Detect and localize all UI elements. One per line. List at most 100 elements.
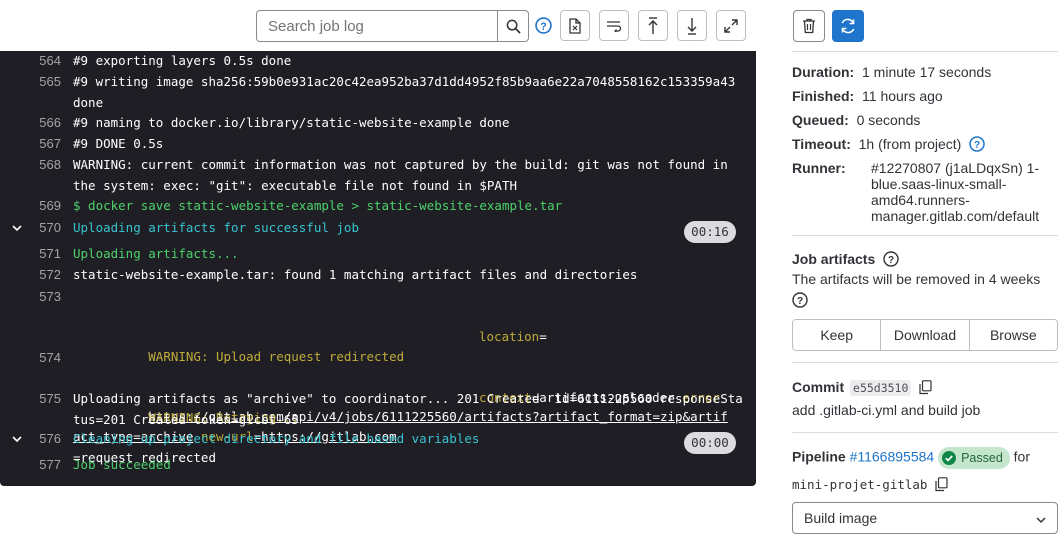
job-log-toolbar: ? (0, 0, 756, 51)
wrap-lines-button[interactable] (599, 10, 629, 41)
job-sidebar: Duration: 1 minute 17 seconds Finished: … (777, 0, 1062, 534)
retry-job-button[interactable] (832, 10, 864, 42)
runner-value: #12270807 (j1aLDqxSn) 1-blue.saas-linux-… (871, 160, 1040, 224)
question-icon[interactable]: ? (535, 17, 552, 34)
line-number[interactable]: 577 (0, 457, 61, 472)
stage-select-value: Build image (804, 510, 878, 526)
search-icon (506, 19, 520, 33)
log-text: #9 naming to docker.io/library/static-we… (73, 115, 510, 130)
log-section-title: Uploading artifacts for successful job (73, 220, 359, 235)
log-text: WARNING: current commit information was … (73, 157, 736, 193)
show-raw-button[interactable] (560, 10, 590, 41)
queued-label: Queued: (792, 112, 849, 128)
wrap-text-icon (607, 20, 622, 32)
artifacts-expiry-message: The artifacts will be removed in 4 weeks (792, 271, 1041, 287)
line-number[interactable]: 571 (0, 246, 61, 261)
check-circle-icon (942, 451, 957, 465)
job-artifacts-title-text: Job artifacts (792, 251, 876, 267)
copy-icon[interactable] (919, 380, 932, 395)
divider (792, 51, 1058, 52)
commit-sha-link[interactable]: e55d3510 (850, 380, 912, 396)
log-text: #9 exporting layers 0.5s done (73, 53, 292, 68)
search-box (256, 10, 529, 42)
question-icon[interactable]: ? (883, 251, 899, 267)
copy-icon[interactable] (935, 477, 948, 492)
line-number[interactable]: 564 (0, 53, 61, 68)
log-section-title: Cleaning up project directory and file b… (73, 431, 480, 446)
job-log-panel: ? 564 #9 exporting layers 0.5s done 565 … (0, 0, 756, 486)
finished-value: 11 hours ago (862, 88, 943, 104)
svg-text:?: ? (797, 296, 803, 307)
pipeline-link[interactable]: #1166895584 (850, 449, 935, 465)
line-number[interactable]: 568 (0, 157, 61, 172)
timeout-row: Timeout: 1h (from project) ? (792, 136, 985, 152)
project-name-link[interactable]: mini-projet-gitlab (792, 477, 927, 492)
commit-label: Commit (792, 379, 845, 395)
runner-label: Runner: (792, 160, 846, 176)
section-duration-badge: 00:16 (684, 221, 736, 243)
duration-value: 1 minute 17 seconds (862, 64, 992, 80)
erase-job-button[interactable] (793, 10, 825, 42)
line-number[interactable]: 572 (0, 267, 61, 282)
log-text: #9 DONE 0.5s (73, 136, 164, 151)
log-text: Uploading artifacts as "archive" to coor… (73, 391, 743, 427)
scroll-bottom-icon (687, 17, 697, 35)
search-button[interactable] (497, 11, 528, 41)
retry-icon (841, 18, 855, 34)
pipeline-status-badge[interactable]: Passed (938, 447, 1010, 469)
scroll-to-bottom-button[interactable] (677, 10, 707, 41)
commit-row: Commit e55d3510 (792, 379, 932, 396)
raw-file-icon (569, 17, 581, 34)
question-icon[interactable]: ? (969, 136, 985, 152)
browse-artifacts-button[interactable]: Browse (969, 320, 1057, 350)
line-number[interactable]: 569 (0, 198, 61, 213)
line-number[interactable]: 574 (0, 350, 61, 365)
line-number[interactable]: 573 (0, 289, 61, 304)
artifacts-expiry-text: The artifacts will be removed in 4 weeks… (792, 269, 1047, 311)
artifacts-button-group: Keep Download Browse (792, 319, 1058, 351)
timeout-value: 1h (from project) (858, 136, 962, 152)
svg-text:?: ? (540, 21, 546, 33)
line-number[interactable]: 565 (0, 74, 61, 89)
log-text: Uploading artifacts... (73, 246, 239, 261)
scroll-top-icon (648, 16, 658, 34)
project-row: mini-projet-gitlab (792, 474, 1047, 495)
log-key: location (479, 329, 540, 344)
line-number[interactable]: 567 (0, 136, 61, 151)
divider (792, 432, 1058, 433)
log-success: Job succeeded (73, 457, 171, 472)
divider (792, 235, 1058, 236)
question-icon[interactable]: ? (792, 292, 808, 308)
divider (792, 362, 1058, 363)
fullscreen-button[interactable] (716, 10, 746, 41)
line-number[interactable]: 575 (0, 391, 61, 406)
fullscreen-icon (724, 18, 738, 33)
log-text: #9 writing image sha256:59b0e931ac20c42e… (73, 74, 743, 110)
timeout-label: Timeout: (792, 136, 851, 152)
queued-row: Queued: 0 seconds (792, 112, 920, 128)
job-artifacts-title: Job artifacts ? (792, 251, 899, 267)
svg-text:?: ? (974, 140, 980, 151)
queued-value: 0 seconds (856, 112, 921, 128)
section-duration-badge: 00:00 (684, 432, 736, 454)
pipeline-for-text: for (1013, 448, 1031, 465)
download-artifacts-button[interactable]: Download (881, 320, 970, 350)
finished-label: Finished: (792, 88, 855, 104)
chevron-down-icon (1036, 517, 1046, 524)
commit-message: add .gitlab-ci.yml and build job (792, 402, 981, 418)
pipeline-row: Pipeline #1166895584 Passed for (792, 447, 1062, 469)
duration-label: Duration: (792, 64, 855, 80)
pipeline-status-text: Passed (961, 451, 1003, 465)
search-job-log-input[interactable] (257, 11, 497, 41)
stage-select[interactable]: Build image (792, 502, 1058, 534)
duration-row: Duration: 1 minute 17 seconds (792, 64, 991, 80)
line-number[interactable]: 576 (0, 431, 61, 446)
job-log-output: 564 #9 exporting layers 0.5s done 565 #9… (0, 51, 756, 486)
line-number[interactable]: 566 (0, 115, 61, 130)
trash-icon (803, 18, 815, 34)
pipeline-label: Pipeline (792, 448, 846, 465)
keep-artifacts-button[interactable]: Keep (793, 320, 882, 350)
line-number[interactable]: 570 (0, 220, 61, 235)
scroll-to-top-button[interactable] (638, 10, 668, 41)
log-text: static-website-example.tar: found 1 matc… (73, 267, 638, 282)
